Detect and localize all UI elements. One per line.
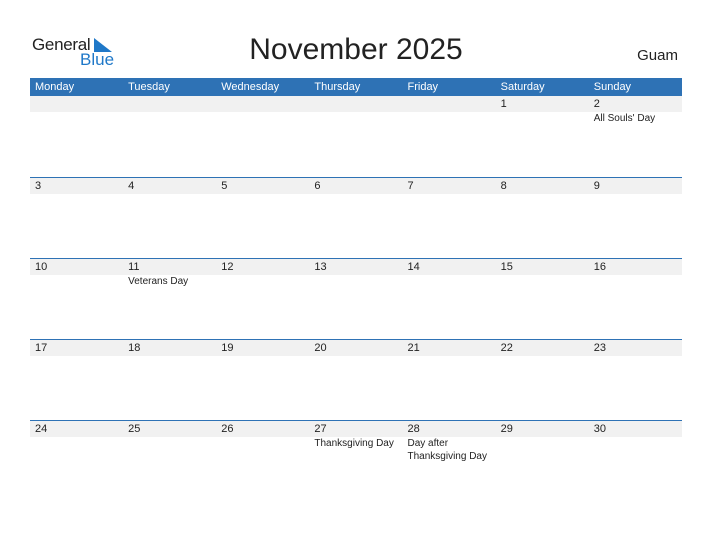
day-number: 7 [407, 180, 414, 192]
day-cell: 18 [123, 340, 216, 420]
day-cell: 15 [496, 259, 589, 339]
weekday-sunday: Sunday [593, 81, 632, 93]
day-number: 25 [128, 423, 141, 435]
day-cell: 25 [123, 421, 216, 501]
calendar-week: 17 18 19 20 21 22 23 [30, 339, 682, 420]
day-number: 8 [500, 180, 507, 192]
day-cell [30, 96, 123, 177]
day-number: 2 [593, 98, 600, 110]
day-cell: 11 Veterans Day [123, 259, 216, 339]
weekday-tuesday: Tuesday [128, 81, 170, 93]
day-number: 29 [500, 423, 513, 435]
day-number: 24 [35, 423, 48, 435]
day-cell: 10 [30, 259, 123, 339]
day-number: 9 [593, 180, 600, 192]
day-number: 13 [314, 261, 327, 273]
weekday-thursday: Thursday [314, 81, 361, 93]
calendar-week: 3 4 5 6 7 8 9 [30, 177, 682, 258]
calendar-week: 10 11 Veterans Day 12 13 14 15 16 [30, 258, 682, 339]
day-number [128, 96, 216, 112]
day-cell: 22 [496, 340, 589, 420]
calendar-grid: Monday Tuesday Wednesday Thursday Friday… [30, 78, 682, 501]
day-number [314, 96, 402, 112]
country-label: Guam [637, 47, 678, 64]
day-number: 28 [407, 423, 420, 435]
day-number: 16 [593, 261, 606, 273]
day-cell: 21 [403, 340, 496, 420]
day-cell [309, 96, 402, 177]
day-cell: 19 [216, 340, 309, 420]
day-cell: 6 [309, 178, 402, 258]
day-number: 15 [500, 261, 513, 273]
day-number: 19 [221, 342, 234, 354]
day-number [408, 96, 496, 112]
day-cell: 8 [496, 178, 589, 258]
day-number: 17 [35, 342, 48, 354]
day-cell: 3 [30, 178, 123, 258]
weekday-saturday: Saturday [500, 81, 545, 93]
day-cell: 9 [589, 178, 682, 258]
day-cell: 20 [309, 340, 402, 420]
day-cell: 29 [496, 421, 589, 501]
day-number: 12 [221, 261, 234, 273]
calendar-week: 24 25 26 27 Thanksgiving Day 28 Day after Than… [30, 420, 682, 501]
day-number: 21 [407, 342, 420, 354]
day-cell: 23 [589, 340, 682, 420]
weekday-friday: Friday [407, 81, 439, 93]
calendar-week: 1 2 All Souls' Day [30, 96, 682, 177]
day-cell: 7 [403, 178, 496, 258]
day-number: 10 [35, 261, 48, 273]
day-number: 22 [500, 342, 513, 354]
holiday-label: Thanksgiving Day [314, 438, 394, 449]
day-cell: 26 [216, 421, 309, 501]
day-number: 14 [407, 261, 420, 273]
day-cell: 27 Thanksgiving Day [309, 421, 402, 501]
day-cell: 13 [309, 259, 402, 339]
day-cell: 30 [589, 421, 682, 501]
day-cell: 4 [123, 178, 216, 258]
day-cell: 16 [589, 259, 682, 339]
holiday-label: All Souls' Day [593, 113, 656, 124]
day-number: 4 [128, 180, 135, 192]
day-number: 20 [314, 342, 327, 354]
day-cell [403, 96, 496, 177]
day-number: 5 [221, 180, 228, 192]
day-number: 30 [593, 423, 606, 435]
day-cell: 28 Day after Thanksgiving Day [403, 421, 496, 501]
day-cell: 24 [30, 421, 123, 501]
day-cell [216, 96, 309, 177]
day-number: 18 [128, 342, 141, 354]
weekday-wednesday: Wednesday [221, 81, 280, 93]
day-cell: 12 [216, 259, 309, 339]
holiday-label: Veterans Day [128, 276, 189, 287]
day-number: 26 [221, 423, 234, 435]
page-title: November 2025 [249, 33, 463, 66]
day-number: 11 [128, 261, 140, 273]
weekday-header: Monday Tuesday Wednesday Thursday Friday… [30, 78, 682, 96]
day-number [221, 96, 309, 112]
day-number: 27 [314, 423, 327, 435]
day-number: 1 [500, 98, 507, 110]
day-number: 3 [35, 180, 42, 192]
day-number: 23 [593, 342, 606, 354]
day-cell [123, 96, 216, 177]
day-number [35, 96, 123, 112]
day-cell: 1 [496, 96, 589, 177]
day-cell: 5 [216, 178, 309, 258]
day-cell: 17 [30, 340, 123, 420]
holiday-label: Day after Thanksgiving Day [407, 438, 487, 462]
day-cell: 2 All Souls' Day [589, 96, 682, 177]
weekday-monday: Monday [35, 81, 75, 93]
day-number: 6 [314, 180, 321, 192]
day-cell: 14 [403, 259, 496, 339]
